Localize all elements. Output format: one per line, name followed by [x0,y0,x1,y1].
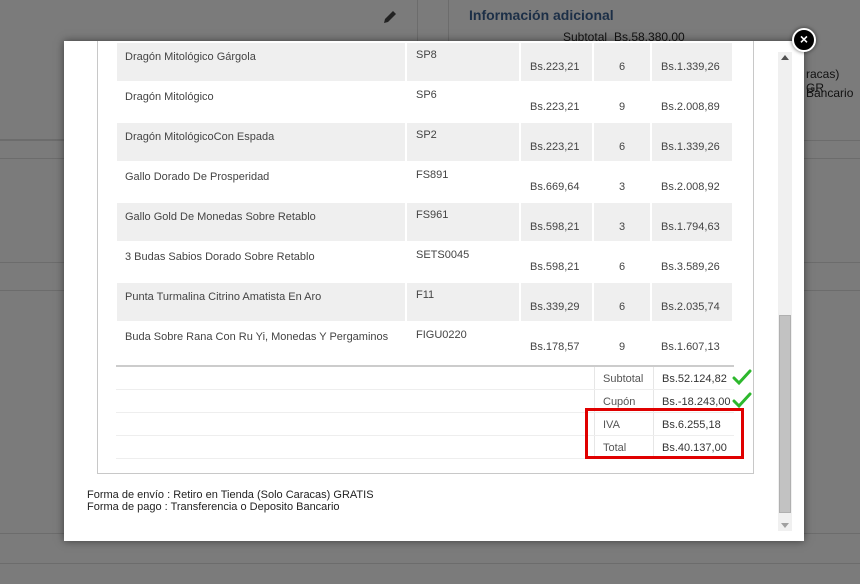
item-quantity: 9 [594,83,650,121]
item-total: Bs.1.607,13 [652,323,732,361]
item-total: Bs.2.008,92 [652,163,732,201]
close-icon[interactable]: × [792,28,816,52]
scroll-up-arrow-icon[interactable] [781,55,789,60]
item-price: Bs.223,21 [521,43,592,81]
order-detail-modal: Dragón Mitológico Gárgola SP8 Bs.223,21 … [64,41,804,541]
item-name: Dragón Mitológico [117,83,405,121]
shipping-method: Forma de envío : Retiro en Tienda (Solo … [87,489,374,501]
pencil-icon [384,11,396,23]
item-code: FIGU0220 [407,323,519,361]
subtotal-value: Bs.52.124,82 [662,373,727,385]
item-quantity: 3 [594,203,650,241]
order-items-table: Dragón Mitológico Gárgola SP8 Bs.223,21 … [115,41,734,363]
item-code: FS961 [407,203,519,241]
item-total: Bs.3.589,26 [652,243,732,281]
item-code: SP8 [407,43,519,81]
item-total: Bs.1.339,26 [652,43,732,81]
item-quantity: 6 [594,243,650,281]
table-row: 3 Budas Sabios Dorado Sobre Retablo SETS… [117,243,732,281]
table-row: Dragón Mitológico SP6 Bs.223,21 9 Bs.2.0… [117,83,732,121]
item-quantity: 3 [594,163,650,201]
item-name: Dragón MitológicoCon Espada [117,123,405,161]
item-total: Bs.1.339,26 [652,123,732,161]
item-quantity: 6 [594,123,650,161]
item-price: Bs.598,21 [521,243,592,281]
highlight-annotation [585,408,744,459]
item-quantity: 6 [594,43,650,81]
item-price: Bs.339,29 [521,283,592,321]
item-code: FS891 [407,163,519,201]
item-total: Bs.2.035,74 [652,283,732,321]
table-row: Dragón MitológicoCon Espada SP2 Bs.223,2… [117,123,732,161]
check-icon [732,392,752,409]
item-price: Bs.223,21 [521,123,592,161]
item-name: Gallo Dorado De Prosperidad [117,163,405,201]
payment-method: Forma de pago : Transferencia o Deposito… [87,501,340,513]
table-row: Gallo Dorado De Prosperidad FS891 Bs.669… [117,163,732,201]
item-price: Bs.223,21 [521,83,592,121]
item-name: Gallo Gold De Monedas Sobre Retablo [117,203,405,241]
item-quantity: 9 [594,323,650,361]
background-divider [0,563,860,564]
item-total: Bs.1.794,63 [652,203,732,241]
cell-divider [594,367,595,389]
item-name: 3 Budas Sabios Dorado Sobre Retablo [117,243,405,281]
table-row: Gallo Gold De Monedas Sobre Retablo FS96… [117,203,732,241]
subtotal-label: Subtotal [603,373,644,385]
item-price: Bs.178,57 [521,323,592,361]
background-side-text: Bancario [806,86,854,100]
modal-scrollbar[interactable] [778,52,792,531]
scroll-thumb[interactable] [779,315,791,513]
item-price: Bs.598,21 [521,203,592,241]
item-code: SP6 [407,83,519,121]
scroll-down-arrow-icon[interactable] [781,523,789,528]
table-row: Punta Turmalina Citrino Amatista En Aro … [117,283,732,321]
table-row: Dragón Mitológico Gárgola SP8 Bs.223,21 … [117,43,732,81]
item-name: Punta Turmalina Citrino Amatista En Aro [117,283,405,321]
item-name: Buda Sobre Rana Con Ru Yi, Monedas Y Per… [117,323,405,361]
item-code: F11 [407,283,519,321]
table-row: Buda Sobre Rana Con Ru Yi, Monedas Y Per… [117,323,732,361]
item-price: Bs.669,64 [521,163,592,201]
cell-divider [653,367,654,389]
subtotal-row: Subtotal Bs.52.124,82 [116,367,752,390]
additional-info-title: Información adicional [469,7,614,23]
coupon-value: Bs.-18.243,00 [662,396,731,408]
check-icon [732,369,752,386]
item-code: SP2 [407,123,519,161]
item-name: Dragón Mitológico Gárgola [117,43,405,81]
order-notes: Forma de envío : Retiro en Tienda (Solo … [87,489,374,513]
coupon-label: Cupón [603,396,636,408]
item-quantity: 6 [594,283,650,321]
item-code: SETS0045 [407,243,519,281]
item-total: Bs.2.008,89 [652,83,732,121]
